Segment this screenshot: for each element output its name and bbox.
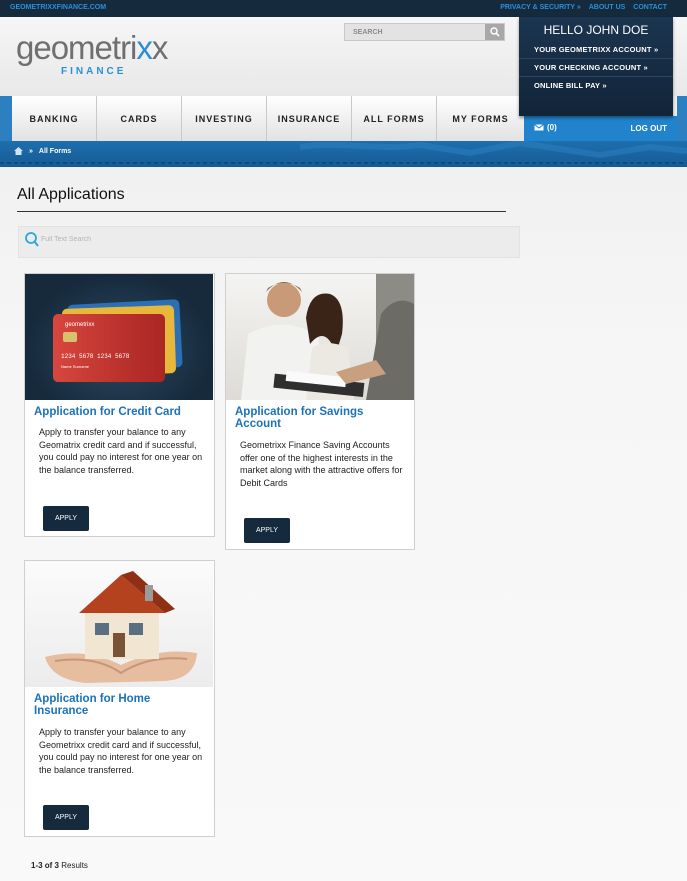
card-description: Apply to transfer your balance to any Ge… xyxy=(39,427,203,475)
card-savings-account: Application for Savings Account Geometri… xyxy=(225,273,415,550)
breadcrumb-current[interactable]: All Forms xyxy=(39,148,71,155)
credit-cards-image: 1234 5678 1234 5678 Name Surname geometr… xyxy=(25,274,213,400)
title-divider xyxy=(17,211,506,212)
search-icon xyxy=(489,27,500,37)
mail-count: (0) xyxy=(547,123,557,132)
nav-insurance[interactable]: INSURANCE xyxy=(267,96,352,141)
nav-banking[interactable]: BANKING xyxy=(12,96,97,141)
couple-signing-image xyxy=(226,274,414,400)
nav-my-forms[interactable]: MY FORMS xyxy=(437,96,524,141)
search-icon xyxy=(25,232,39,247)
envelope-icon xyxy=(534,124,544,131)
search-button[interactable] xyxy=(485,24,504,40)
results-count: 1-3 of 3 Results xyxy=(31,861,88,870)
card-title[interactable]: Application for Savings Account xyxy=(235,406,385,430)
nav-right-edge xyxy=(677,96,687,141)
results-range: 1-3 of 3 xyxy=(31,861,60,870)
online-bill-pay-link[interactable]: ONLINE BILL PAY » xyxy=(519,77,673,95)
full-text-search-input[interactable] xyxy=(41,236,341,243)
results-label: Results xyxy=(61,861,88,870)
nav-all-forms[interactable]: ALL FORMS xyxy=(352,96,437,141)
mail-logout-bar: (0) LOG OUT xyxy=(524,116,677,141)
about-us-link[interactable]: ABOUT US xyxy=(589,4,626,11)
privacy-security-link[interactable]: PRIVACY & SECURITY » xyxy=(500,4,581,11)
breadcrumb: » All Forms xyxy=(14,147,71,155)
full-text-search xyxy=(18,226,520,258)
nav-cards[interactable]: CARDS xyxy=(97,96,182,141)
main-nav: BANKING CARDS INVESTING INSURANCE ALL FO… xyxy=(12,96,524,141)
search-input[interactable] xyxy=(345,24,485,40)
card-home-insurance: Application for Home Insurance Apply to … xyxy=(24,560,215,837)
user-panel: HELLO JOHN DOE YOUR GEOMETRIXX ACCOUNT »… xyxy=(519,17,673,116)
geometrixx-logo[interactable]: geometrixx FINANCE xyxy=(16,31,168,77)
svg-text:1234 5678 1234 5678: 1234 5678 1234 5678 xyxy=(61,353,130,360)
card-title[interactable]: Application for Credit Card xyxy=(34,406,209,418)
home-icon[interactable] xyxy=(14,147,23,155)
card-description: Apply to transfer your balance to any Ge… xyxy=(39,727,203,775)
breadcrumb-separator: » xyxy=(29,147,33,155)
apply-button[interactable]: APPLY xyxy=(244,518,290,543)
svg-text:geometrixx: geometrixx xyxy=(65,322,94,328)
inbox-link[interactable]: (0) xyxy=(534,123,557,132)
logout-button[interactable]: LOG OUT xyxy=(631,124,667,133)
card-description: Geometrixx Finance Saving Accounts offer… xyxy=(240,440,403,488)
svg-text:Name Surname: Name Surname xyxy=(61,364,90,369)
search-box xyxy=(344,23,505,41)
apply-button[interactable]: APPLY xyxy=(43,805,89,830)
nav-left-edge xyxy=(0,96,12,141)
map-texture xyxy=(0,141,687,164)
greeting: HELLO JOHN DOE xyxy=(543,23,649,37)
apply-button[interactable]: APPLY xyxy=(43,506,89,531)
house-in-hands-image xyxy=(25,561,213,687)
page-title: All Applications xyxy=(17,186,125,203)
nav-investing[interactable]: INVESTING xyxy=(182,96,267,141)
top-links: PRIVACY & SECURITY » ABOUT US CONTACT xyxy=(500,4,667,11)
card-credit-card: 1234 5678 1234 5678 Name Surname geometr… xyxy=(24,273,215,537)
geometrixx-account-link[interactable]: YOUR GEOMETRIXX ACCOUNT » xyxy=(519,41,673,59)
site-link[interactable]: GEOMETRIXXFINANCE.COM xyxy=(10,4,106,11)
logo-subtitle: FINANCE xyxy=(61,66,127,77)
checking-account-link[interactable]: YOUR CHECKING ACCOUNT » xyxy=(519,59,673,77)
breadcrumb-band: » All Forms xyxy=(0,141,687,167)
contact-link[interactable]: CONTACT xyxy=(633,4,667,11)
card-title[interactable]: Application for Home Insurance xyxy=(34,693,184,717)
top-strip: GEOMETRIXXFINANCE.COM PRIVACY & SECURITY… xyxy=(0,0,687,17)
